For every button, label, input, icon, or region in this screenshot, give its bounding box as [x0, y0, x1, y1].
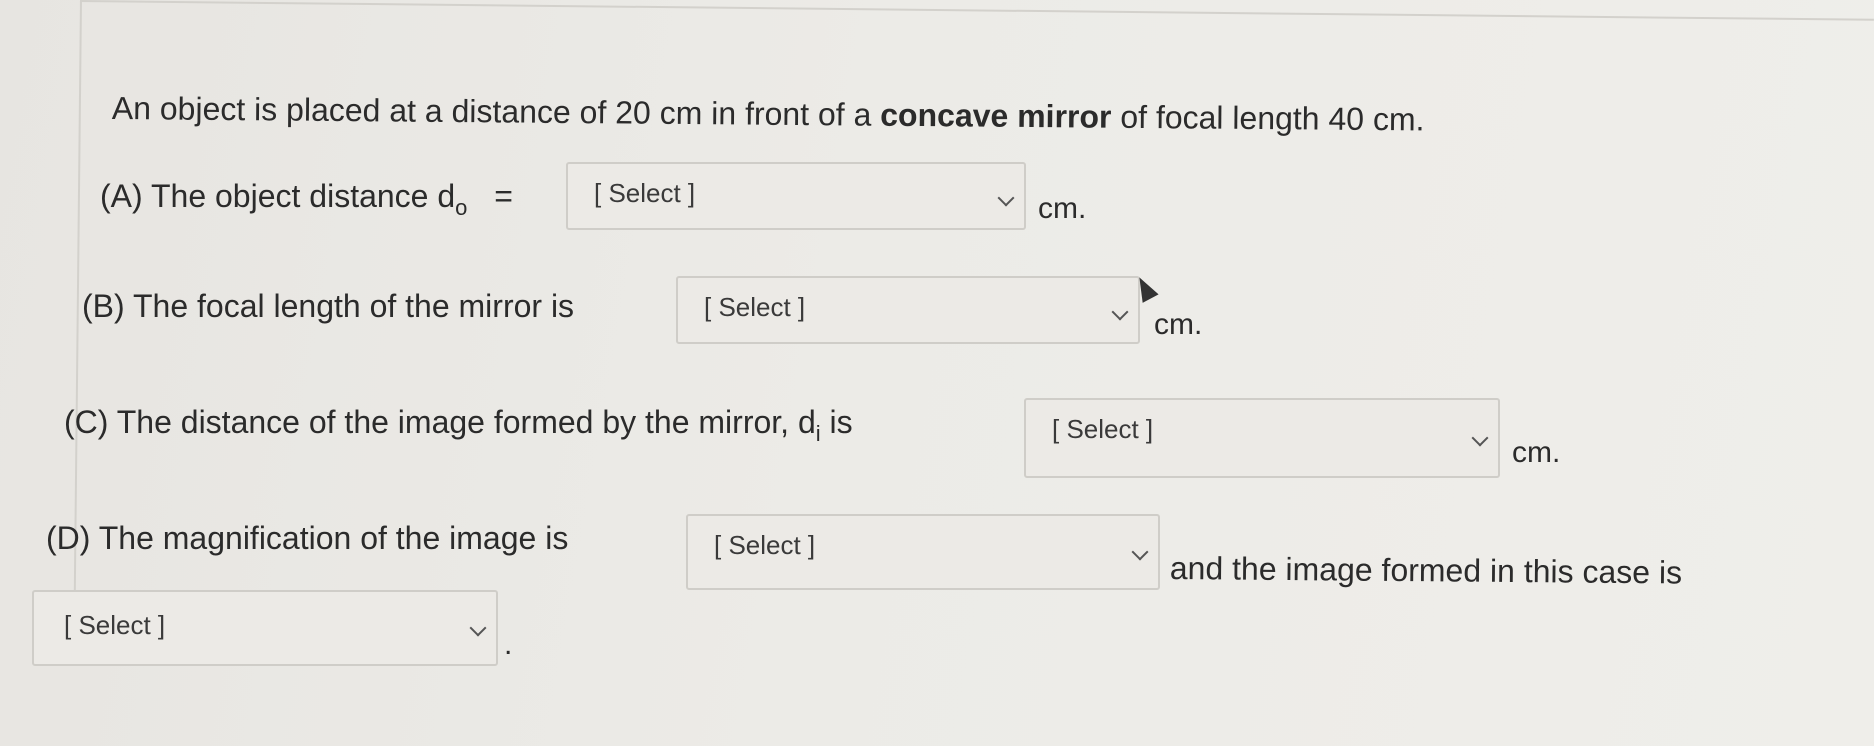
part-d-label: (D) The magnification of the image is — [46, 520, 569, 556]
part-d-trailing: and the image formed in this case is — [1169, 549, 1683, 591]
part-a-unit: cm. — [1038, 192, 1087, 225]
question-text: An object is placed at a distance of 20 … — [112, 88, 1425, 139]
part-d-select-2[interactable]: [ Select ] — [32, 590, 498, 666]
chevron-down-icon — [1111, 303, 1129, 321]
part-a-select-text: [ Select ] — [594, 178, 696, 208]
part-a-select[interactable]: [ Select ] — [566, 162, 1026, 230]
part-d-select[interactable]: [ Select ] — [686, 514, 1160, 590]
question-suffix: of focal length 40 cm. — [1111, 98, 1425, 138]
part-d-select-2-text: [ Select ] — [64, 610, 166, 640]
part-a-equals: = — [494, 178, 513, 214]
part-c-select[interactable]: [ Select ] — [1024, 398, 1500, 478]
chevron-down-icon — [469, 619, 487, 637]
question-bold: concave mirror — [880, 96, 1112, 135]
part-c-label: (C) The distance of the image formed by … — [64, 402, 853, 454]
part-b-label: (B) The focal length of the mirror is — [82, 288, 575, 324]
part-a-label: (A) The object distance do = — [100, 176, 513, 228]
part-b-unit: cm. — [1154, 308, 1203, 341]
part-b-select[interactable]: [ Select ] — [676, 276, 1140, 344]
card-border-top — [79, 0, 1874, 47]
question-prefix: An object is placed at a distance of 20 … — [111, 89, 881, 133]
part-c-select-text: [ Select ] — [1052, 414, 1154, 444]
part-d-select-text: [ Select ] — [714, 530, 816, 560]
part-d-period: . — [504, 628, 513, 661]
chevron-down-icon — [1471, 429, 1489, 447]
part-c-text: (C) The distance of the image formed by … — [64, 404, 816, 440]
quiz-page: An object is placed at a distance of 20 … — [0, 0, 1874, 746]
part-a-text: (A) The object distance d — [100, 178, 456, 214]
part-a-subscript: o — [455, 195, 468, 220]
chevron-down-icon — [1131, 543, 1149, 561]
part-c-unit: cm. — [1512, 436, 1561, 469]
part-b-select-text: [ Select ] — [704, 292, 806, 322]
chevron-down-icon — [997, 189, 1015, 207]
part-c-text-end: is — [820, 404, 853, 440]
